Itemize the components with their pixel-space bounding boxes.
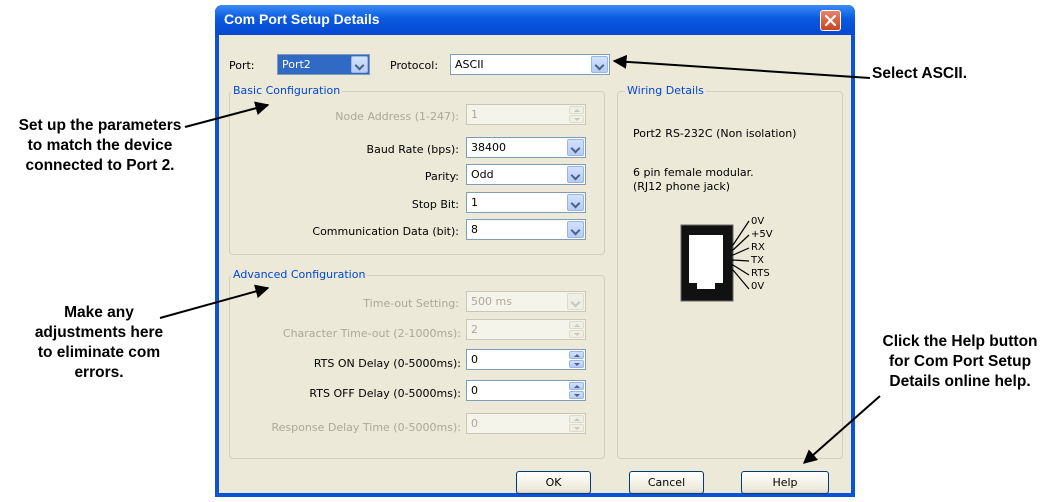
spin-down-icon (569, 115, 584, 123)
callout-help: Click the Help button for Com Port Setup… (882, 333, 1038, 390)
timeout-setting-label: Time-out Setting: (363, 297, 459, 310)
protocol-select[interactable]: ASCII (450, 54, 610, 75)
window-title: Com Port Setup Details (224, 11, 380, 27)
ok-button[interactable]: OK (516, 471, 591, 494)
rts-off-delay-value: 0 (471, 384, 478, 397)
close-button[interactable] (820, 10, 841, 31)
spin-up-icon[interactable] (569, 382, 584, 390)
pin-labels: 0V +5V RX TX RTS 0V (751, 215, 773, 293)
rts-on-delay-label: RTS ON Delay (0-5000ms): (313, 357, 461, 370)
spin-up-icon (569, 321, 584, 329)
parity-select[interactable]: Odd (466, 164, 586, 185)
stop-bit-value: 1 (471, 196, 478, 209)
com-port-setup-dialog: Com Port Setup Details Port: Port2 Proto… (215, 5, 855, 497)
spin-up-icon[interactable] (569, 351, 584, 359)
stop-bit-label: Stop Bit: (411, 198, 459, 211)
callout-select-ascii: Select ASCII. (872, 65, 968, 82)
protocol-value: ASCII (455, 58, 484, 71)
communication-data-dropdown-button[interactable] (567, 221, 584, 238)
rts-on-delay-value: 0 (471, 353, 478, 366)
wiring-description-line1: 6 pin female modular. (633, 166, 754, 179)
spin-down-icon (569, 330, 584, 338)
parity-label: Parity: (424, 170, 459, 183)
pin-label: +5V (751, 229, 773, 240)
spin-down-icon[interactable] (569, 391, 584, 399)
spin-up-icon (569, 415, 584, 423)
wiring-details-title: Wiring Details (625, 84, 706, 97)
response-delay-field: 0 (466, 413, 586, 434)
parity-dropdown-button[interactable] (567, 166, 584, 183)
spin-down-icon (569, 424, 584, 432)
response-delay-label: Response Delay Time (0-5000ms): (271, 421, 461, 434)
stop-bit-select[interactable]: 1 (466, 192, 586, 213)
rts-on-delay-field[interactable]: 0 (466, 349, 586, 370)
stop-bit-dropdown-button[interactable] (567, 194, 584, 211)
pin-label: RTS (751, 268, 770, 279)
protocol-dropdown-button[interactable] (591, 56, 608, 73)
baud-rate-value: 38400 (471, 141, 506, 154)
response-delay-spinner (569, 415, 584, 432)
close-icon (824, 14, 837, 27)
spin-up-icon (569, 106, 584, 114)
basic-configuration-title: Basic Configuration (231, 84, 343, 97)
baud-rate-dropdown-button[interactable] (567, 139, 584, 156)
advanced-configuration-title: Advanced Configuration (231, 268, 368, 281)
node-address-field: 1 (466, 104, 586, 125)
protocol-label: Protocol: (390, 59, 439, 72)
character-timeout-field: 2 (466, 319, 586, 340)
spin-down-icon[interactable] (569, 360, 584, 368)
rts-on-delay-spinner[interactable] (569, 351, 584, 368)
timeout-dropdown-button (567, 293, 584, 310)
character-timeout-spinner (569, 321, 584, 338)
pin-label: 0V (751, 216, 765, 227)
communication-data-label: Communication Data (bit): (312, 225, 459, 238)
parity-value: Odd (471, 168, 494, 181)
help-button[interactable]: Help (741, 471, 829, 494)
timeout-setting-select: 500 ms (466, 291, 586, 312)
baud-rate-select[interactable]: 38400 (466, 137, 586, 158)
response-delay-value: 0 (471, 417, 478, 430)
rts-off-delay-label: RTS OFF Delay (0-5000ms): (309, 387, 461, 400)
character-timeout-label: Character Time-out (2-1000ms): (282, 327, 461, 340)
wiring-description-line2: (RJ12 phone jack) (633, 180, 731, 193)
pin-label: 0V (751, 281, 765, 292)
pin-label: RX (751, 242, 765, 253)
wiring-port-line: Port2 RS-232C (Non isolation) (633, 127, 797, 140)
baud-rate-label: Baud Rate (bps): (366, 143, 459, 156)
node-address-label: Node Address (1-247): (335, 110, 459, 123)
node-address-value: 1 (471, 108, 478, 121)
timeout-setting-value: 500 ms (471, 295, 512, 308)
cancel-button[interactable]: Cancel (629, 471, 704, 494)
port-select[interactable]: Port2 (277, 54, 370, 75)
callout-set-parameters: Set up the parameters to match the devic… (18, 117, 182, 174)
node-address-spinner (569, 106, 584, 123)
communication-data-value: 8 (471, 223, 478, 236)
pin-label: TX (751, 255, 764, 266)
port-value: Port2 (282, 58, 311, 71)
rts-off-delay-spinner[interactable] (569, 382, 584, 399)
character-timeout-value: 2 (471, 323, 478, 336)
port-dropdown-button[interactable] (351, 56, 368, 73)
callout-adjustments: Make any adjustments here to eliminate c… (34, 304, 164, 381)
rts-off-delay-field[interactable]: 0 (466, 380, 586, 401)
communication-data-select[interactable]: 8 (466, 219, 586, 240)
title-bar[interactable]: Com Port Setup Details (215, 5, 855, 35)
port-label: Port: (229, 59, 255, 72)
dialog-body: Port: Port2 Protocol: ASCII Basic Config… (219, 35, 851, 494)
